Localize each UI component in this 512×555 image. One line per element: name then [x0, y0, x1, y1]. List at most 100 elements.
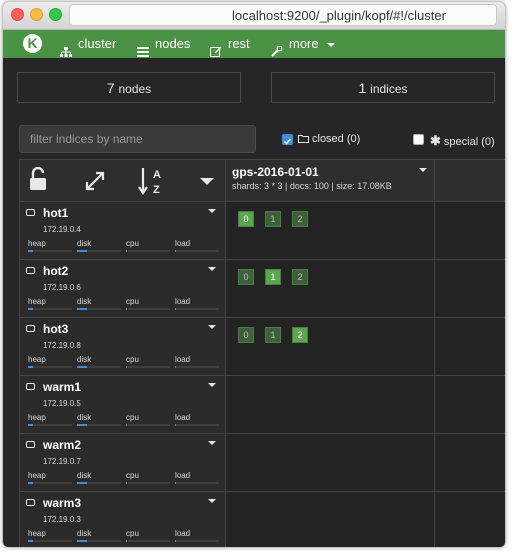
metric-bar-fill: [28, 482, 33, 484]
shard-box[interactable]: 0: [238, 327, 254, 343]
nav-more-label: more: [289, 36, 319, 51]
closed-checkbox[interactable]: [282, 134, 293, 145]
kopf-logo[interactable]: K: [23, 34, 42, 53]
metric-label-heap: heap: [28, 471, 46, 480]
metric-bar-disk: [77, 250, 121, 252]
index-dropdown-icon[interactable]: [419, 168, 427, 172]
node-info-cell: warm2 172.19.0.7 heap disk cpu load: [20, 434, 226, 491]
metric-bar-cpu: [126, 424, 170, 426]
node-dropdown-icon[interactable]: [208, 441, 216, 445]
node-dropdown-icon[interactable]: [208, 325, 216, 329]
svg-text:Z: Z: [153, 184, 160, 196]
metric-label-disk: disk: [77, 529, 92, 538]
node-row: hot3 172.19.0.8 heap disk cpu load 0 1 2: [20, 318, 505, 376]
browser-window: localhost:9200/_plugin/kopf/#!/cluster K…: [3, 2, 505, 547]
shard-box[interactable]: 1: [265, 211, 281, 227]
metric-bar-load: [175, 424, 219, 426]
special-filter-label: ✱ special (0): [430, 133, 495, 149]
nav-rest[interactable]: rest: [210, 30, 250, 58]
shard-box[interactable]: 0: [238, 211, 254, 227]
special-checkbox[interactable]: [413, 134, 424, 145]
node-dropdown-icon[interactable]: [208, 499, 216, 503]
unlock-icon[interactable]: [29, 166, 47, 197]
metric-label-disk: disk: [77, 355, 92, 364]
index-name: gps-2016-01-01: [232, 165, 319, 179]
node-row: warm2 172.19.0.7 heap disk cpu load: [20, 434, 505, 492]
metric-bar-load: [175, 540, 219, 542]
index-info: shards: 3 * 3 | docs: 100 | size: 17.08K…: [232, 181, 392, 191]
shard-box[interactable]: 0: [238, 269, 254, 285]
nav-more-dropdown[interactable]: more: [271, 30, 336, 58]
node-name: warm2: [43, 438, 82, 452]
filter-indices-input[interactable]: filter indices by name: [19, 125, 256, 153]
nodes-count-box[interactable]: 7 nodes: [17, 72, 241, 103]
node-dropdown-icon[interactable]: [208, 209, 216, 213]
shard-cell: 012: [226, 318, 435, 375]
metric-bar-fill: [28, 540, 33, 542]
node-row: hot1 172.19.0.4 heap disk cpu load 0 1 2: [20, 202, 505, 260]
metric-bar-cpu: [126, 540, 170, 542]
zoom-window-button[interactable]: [49, 8, 62, 21]
shard-cell: 012: [226, 260, 435, 317]
caret-down-icon[interactable]: [200, 178, 214, 185]
metric-label-cpu: cpu: [126, 239, 139, 248]
node-dropdown-icon[interactable]: [208, 383, 216, 387]
nav-cluster[interactable]: cluster: [60, 30, 116, 58]
metric-label-load: load: [175, 239, 191, 248]
hdd-icon: [26, 499, 35, 506]
shard-cell: [226, 434, 435, 491]
node-name: hot1: [43, 206, 69, 220]
wrench-icon: [271, 39, 283, 57]
node-name: warm1: [43, 380, 82, 394]
edit-icon: [210, 39, 222, 57]
expand-icon[interactable]: [84, 170, 106, 198]
indices-count-label: indices: [370, 82, 408, 96]
node-info-cell: hot2 172.19.0.6 heap disk cpu load: [20, 260, 226, 317]
metric-label-heap: heap: [28, 355, 46, 364]
address-bar[interactable]: localhost:9200/_plugin/kopf/#!/cluster: [69, 4, 497, 26]
cluster-header-actions: AZ: [20, 160, 226, 202]
metric-bar-fill: [126, 540, 127, 542]
shard-cell: 012: [226, 202, 435, 259]
empty-cell: [435, 376, 505, 433]
metric-bar-cpu: [126, 250, 170, 252]
metric-label-heap: heap: [28, 413, 46, 422]
node-row: warm1 172.19.0.5 heap disk cpu load: [20, 376, 505, 434]
metric-bar-fill: [126, 308, 127, 310]
close-window-button[interactable]: [11, 8, 24, 21]
metric-label-heap: heap: [28, 239, 46, 248]
nodes-count-label: nodes: [118, 82, 152, 96]
node-dropdown-icon[interactable]: [208, 267, 216, 271]
node-info-cell: hot1 172.19.0.4 heap disk cpu load: [20, 202, 226, 259]
nav-cluster-label: cluster: [78, 36, 117, 51]
metric-label-heap: heap: [28, 297, 46, 306]
hdd-icon: [26, 383, 35, 390]
metric-bar-heap: [28, 424, 72, 426]
hdd-icon: [26, 325, 35, 332]
metric-bar-heap: [28, 308, 72, 310]
node-name: warm3: [43, 496, 82, 510]
metric-bar-heap: [28, 482, 72, 484]
shard-box[interactable]: 2: [292, 211, 308, 227]
chevron-down-icon: [327, 42, 336, 47]
minimize-window-button[interactable]: [30, 8, 43, 21]
nav-nodes-label: nodes: [155, 36, 191, 51]
metric-bar-fill: [77, 250, 87, 252]
metric-label-disk: disk: [77, 471, 92, 480]
empty-cell: [435, 492, 505, 547]
shard-box[interactable]: 1: [265, 327, 281, 343]
metric-bar-fill: [77, 540, 87, 542]
asterisk-icon: ✱: [430, 133, 441, 148]
shard-box[interactable]: 2: [292, 327, 308, 343]
shard-box[interactable]: 2: [292, 269, 308, 285]
metric-bar-fill: [77, 366, 87, 368]
sort-alpha-icon[interactable]: AZ: [138, 166, 166, 202]
nav-nodes[interactable]: nodes: [137, 30, 190, 58]
shard-box[interactable]: 1: [265, 269, 281, 285]
indices-count-box[interactable]: 1 indices: [271, 72, 495, 103]
metric-bar-cpu: [126, 482, 170, 484]
empty-cell: [435, 434, 505, 491]
hdd-icon: [26, 441, 35, 448]
metric-bar-disk: [77, 424, 121, 426]
index-header[interactable]: gps-2016-01-01 shards: 3 * 3 | docs: 100…: [226, 160, 435, 202]
